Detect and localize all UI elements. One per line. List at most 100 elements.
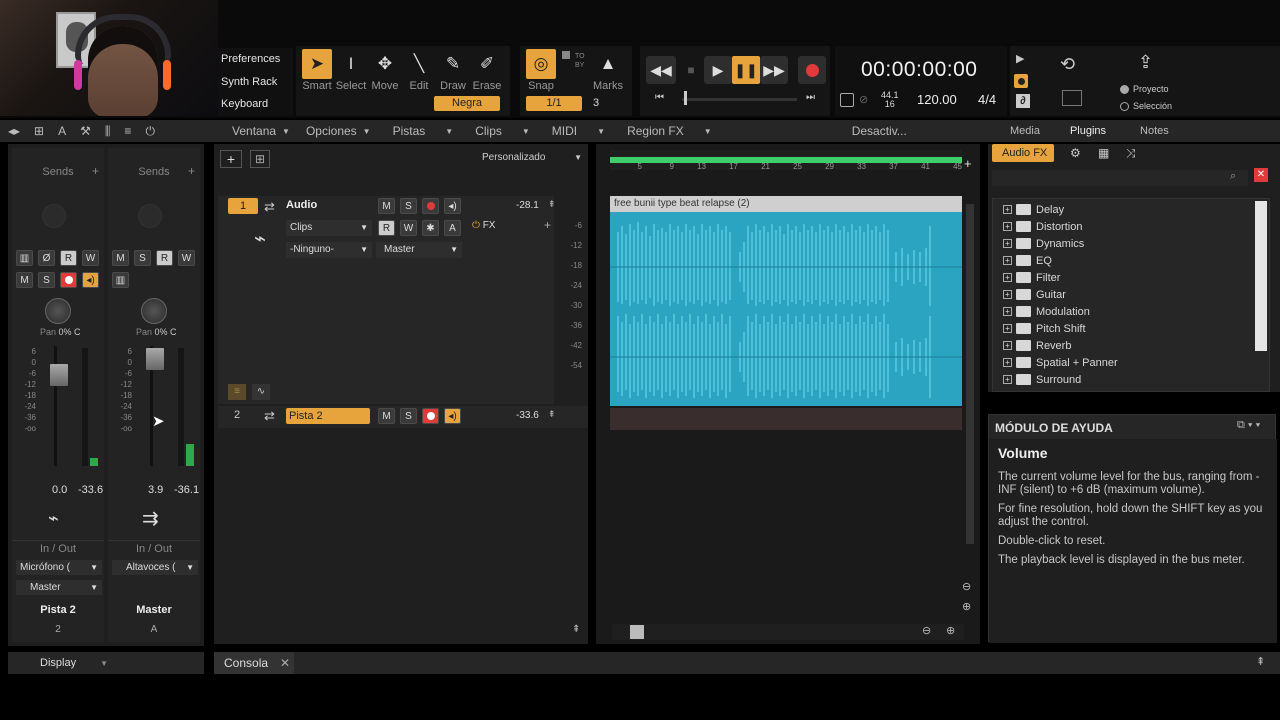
expand-icon[interactable]: + xyxy=(1003,375,1012,384)
preset-dropdown[interactable]: Personalizado ▼ xyxy=(482,150,586,166)
volume-arrow-icon[interactable]: ⇞ xyxy=(548,199,556,210)
folder-surround[interactable]: + Surround xyxy=(1003,371,1118,388)
horizontal-scrollbar[interactable]: ⊖ ⊕ xyxy=(612,624,964,640)
zoom-in-vertical-icon[interactable]: ⊕ xyxy=(962,600,971,613)
write-button[interactable]: W xyxy=(400,220,417,236)
go-to-start-icon[interactable]: ⏮ xyxy=(655,92,664,103)
region-fx-state[interactable]: Desactiv... xyxy=(852,124,907,138)
play-from-icon[interactable]: ▶ xyxy=(1016,52,1024,65)
track-settings-icon[interactable]: ⇄ xyxy=(264,408,275,424)
click-icon[interactable]: ⊘ xyxy=(859,93,868,106)
snap-button[interactable]: ◎ xyxy=(526,49,556,79)
track-number[interactable]: 2 xyxy=(234,409,240,421)
write-button[interactable]: W xyxy=(82,250,99,266)
synth-rack-link[interactable]: Synth Rack xyxy=(221,76,277,88)
volume-fader-thumb[interactable] xyxy=(50,364,68,386)
snap-value-dropdown[interactable]: 1/1 xyxy=(526,96,582,111)
archive-button[interactable]: A xyxy=(444,220,461,236)
search-icon[interactable]: ⌕ xyxy=(1230,170,1236,183)
strip-name[interactable]: Master xyxy=(108,604,200,616)
record-arm-button[interactable] xyxy=(60,272,77,288)
track-volume[interactable]: -28.1 xyxy=(516,200,539,211)
solo-button[interactable]: S xyxy=(38,272,55,288)
volume-value[interactable]: 3.9 xyxy=(148,484,163,496)
power-icon[interactable]: ⏻ xyxy=(145,124,155,139)
menu-pistas[interactable]: Pistas xyxy=(393,124,426,138)
sort-icon[interactable]: ⤨ xyxy=(1126,146,1136,161)
add-send-icon[interactable]: + xyxy=(92,164,99,178)
timeline-ruler[interactable]: 5 9 13 17 21 25 29 33 37 41 45 xyxy=(610,150,962,171)
menu-clips[interactable]: Clips xyxy=(475,124,502,138)
expand-icon[interactable]: + xyxy=(1003,205,1012,214)
metronome-icon[interactable] xyxy=(840,93,854,107)
insert-icon[interactable]: ⊞ xyxy=(250,150,270,168)
folder-dynamics[interactable]: + Dynamics xyxy=(1003,235,1118,252)
solo-button[interactable]: S xyxy=(400,408,417,424)
close-icon[interactable]: ✕ xyxy=(280,656,290,670)
folder-delay[interactable]: + Delay xyxy=(1003,201,1118,218)
volume-fader-thumb[interactable] xyxy=(146,348,164,370)
tempo-display[interactable]: 120.00 xyxy=(917,92,957,107)
text-icon[interactable]: A xyxy=(58,124,66,138)
expand-icon[interactable]: + xyxy=(1003,222,1012,231)
solo-button[interactable]: S xyxy=(134,250,151,266)
folder-pitch-shift[interactable]: + Pitch Shift xyxy=(1003,320,1118,337)
auto-punch-button[interactable] xyxy=(1014,74,1028,88)
output-dropdown[interactable]: Altavoces (▼ xyxy=(112,560,198,575)
tab-plugins[interactable]: Plugins xyxy=(1070,125,1106,137)
expand-icon[interactable]: + xyxy=(1003,273,1012,282)
menu-ventana[interactable]: Ventana xyxy=(232,124,276,138)
select-tool-button[interactable]: I xyxy=(336,49,366,79)
pan-knob[interactable] xyxy=(45,298,71,324)
automation-lanes-button[interactable]: ∿ xyxy=(252,384,270,400)
mute-button[interactable]: M xyxy=(378,408,395,424)
read-button[interactable]: R xyxy=(60,250,77,266)
meter-display[interactable]: 4/4 xyxy=(978,92,996,107)
tree-scrollbar[interactable] xyxy=(1255,201,1267,351)
track-volume[interactable]: -33.6 xyxy=(516,410,539,421)
add-track-button[interactable]: + xyxy=(220,150,242,168)
send-knob[interactable] xyxy=(138,204,162,228)
plugin-manager-icon[interactable]: ⚙ xyxy=(1070,146,1081,160)
stop-button[interactable]: ■ xyxy=(678,56,704,84)
expand-icon[interactable]: + xyxy=(1003,239,1012,248)
strip-icon[interactable]: ⫼ xyxy=(105,124,111,139)
folder-distortion[interactable]: + Distortion xyxy=(1003,218,1118,235)
tab-consola[interactable]: Consola ✕ xyxy=(214,652,294,674)
record-arm-button[interactable] xyxy=(422,198,439,214)
scroll-up-icon[interactable]: ⇞ xyxy=(572,624,580,635)
folder-modulation[interactable]: + Modulation xyxy=(1003,303,1118,320)
layout-icon[interactable]: ⊞ xyxy=(34,124,44,138)
record-button[interactable] xyxy=(798,56,826,84)
tab-notes[interactable]: Notes xyxy=(1140,125,1169,137)
expand-icon[interactable]: + xyxy=(1003,358,1012,367)
input-echo-toggle[interactable]: ◂) xyxy=(82,272,99,288)
preferences-link[interactable]: Preferences xyxy=(221,53,280,65)
folder-reverb[interactable]: + Reverb xyxy=(1003,337,1118,354)
folder-eq[interactable]: + EQ xyxy=(1003,252,1118,269)
add-send-icon[interactable]: + xyxy=(188,164,195,178)
play-button[interactable]: ▶ xyxy=(704,56,732,84)
mute-button[interactable]: M xyxy=(378,198,395,214)
layout-icon[interactable]: ▦ xyxy=(1098,146,1109,160)
input-echo-button[interactable]: ▥ xyxy=(16,250,33,266)
volume-arrow-icon[interactable]: ⇞ xyxy=(548,409,556,420)
zoom-out-vertical-icon[interactable]: ⊖ xyxy=(962,580,971,593)
expand-icon[interactable]: ◂▸ xyxy=(8,124,20,138)
rewind-button[interactable]: ◀◀ xyxy=(646,56,676,84)
vertical-scrollbar[interactable] xyxy=(966,204,974,544)
input-echo-button[interactable]: ◂) xyxy=(444,198,461,214)
fast-forward-button[interactable]: ▶▶ xyxy=(760,56,788,84)
tab-media[interactable]: Media xyxy=(1010,125,1040,137)
edit-tool-button[interactable]: ╲ xyxy=(404,49,434,79)
output-dropdown[interactable]: Master ▼ xyxy=(376,242,462,258)
position-slider-thumb[interactable] xyxy=(684,91,687,105)
snap-extra[interactable]: 3 xyxy=(593,97,599,109)
expand-icon[interactable]: + xyxy=(1003,290,1012,299)
track-settings-icon[interactable]: ⇄ xyxy=(264,199,275,215)
display-dropdown[interactable]: Display ▼ xyxy=(8,652,204,674)
pan-knob[interactable] xyxy=(141,298,167,324)
fx-bin[interactable]: ⏻ FX xyxy=(472,220,495,231)
export-icon[interactable]: ⇪ xyxy=(1138,52,1153,73)
record-arm-button[interactable] xyxy=(422,408,439,424)
